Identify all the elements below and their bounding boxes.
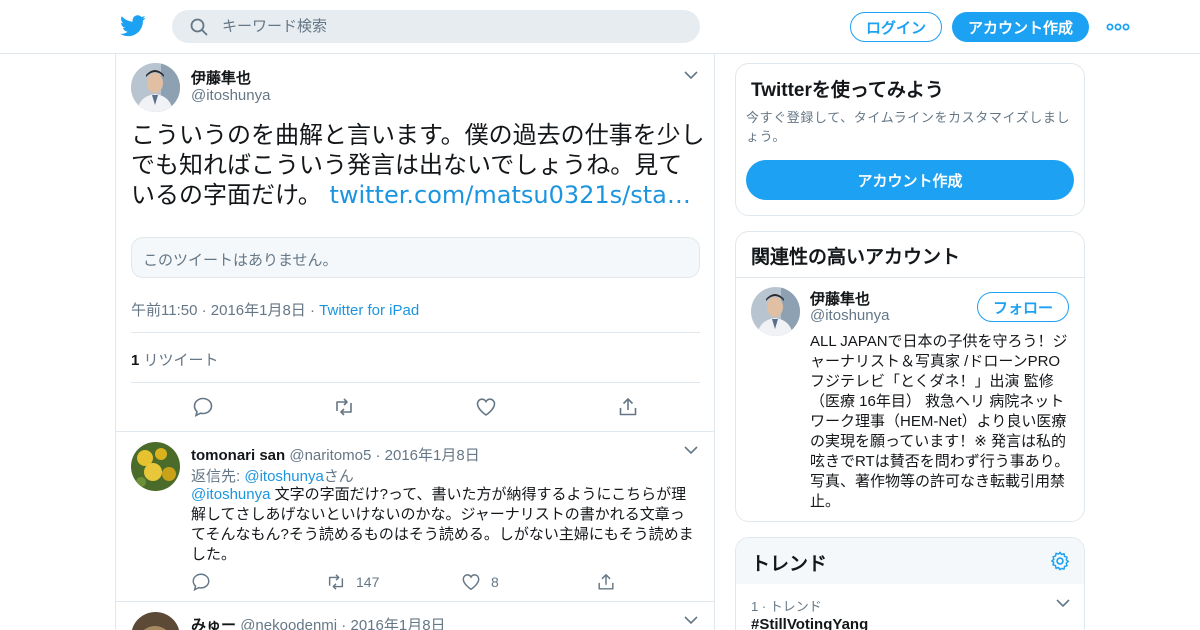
avatar-photo bbox=[131, 63, 180, 112]
meta-separator: · bbox=[337, 617, 351, 630]
reply-text: @itoshunya 文字の字面だけ?って、書いた方が納得するようにこちらが理解… bbox=[191, 485, 696, 565]
avatar-photo bbox=[751, 287, 800, 336]
reply-icon bbox=[192, 573, 210, 592]
meta-separator: · bbox=[371, 447, 385, 464]
like-count: 8 bbox=[491, 574, 499, 590]
tweet-timestamp[interactable]: 午前11:50 · 2016年1月8日 bbox=[131, 302, 306, 319]
chevron-down-icon[interactable] bbox=[1056, 598, 1070, 608]
reply-author-name[interactable]: みゅー bbox=[191, 617, 236, 630]
like-heart-icon[interactable] bbox=[475, 396, 497, 418]
reply-author-handle[interactable]: @nekoodenmi bbox=[240, 617, 337, 630]
reply-date[interactable]: 2016年1月8日 bbox=[385, 447, 480, 464]
login-button[interactable]: ログイン bbox=[850, 12, 942, 42]
chevron-down-icon[interactable] bbox=[684, 615, 698, 625]
related-accounts-card: 関連性の高いアカウント 伊藤隼也 @itoshunya フォロー ALL JAP… bbox=[735, 231, 1085, 522]
avatar[interactable] bbox=[131, 63, 180, 112]
signup-card-title: Twitterを使ってみよう bbox=[751, 80, 944, 101]
avatar-photo bbox=[131, 612, 180, 630]
reply-date[interactable]: 2016年1月8日 bbox=[350, 617, 445, 630]
divider bbox=[736, 277, 1084, 278]
reply-to-handle[interactable]: @itoshunya bbox=[244, 468, 323, 485]
twitter-bird-icon[interactable] bbox=[120, 14, 146, 38]
reply-icon[interactable] bbox=[192, 396, 214, 418]
divider bbox=[131, 382, 700, 383]
like-action[interactable]: 8 bbox=[461, 572, 499, 592]
reply-author-handle[interactable]: @naritomo5 bbox=[289, 447, 371, 464]
signup-button[interactable]: アカウント作成 bbox=[952, 12, 1089, 42]
avatar-photo bbox=[131, 442, 180, 491]
trends-card: トレンド 1 · トレンド #StillVotingYang bbox=[735, 537, 1085, 630]
search-box bbox=[172, 10, 700, 43]
retweet-count: 147 bbox=[356, 574, 380, 590]
avatar[interactable] bbox=[131, 442, 180, 491]
retweet-action[interactable]: 147 bbox=[326, 572, 379, 592]
replying-to: 返信先: @itoshunyaさん bbox=[191, 465, 354, 486]
share-action[interactable] bbox=[596, 572, 626, 592]
settings-gear-icon[interactable] bbox=[1049, 550, 1071, 572]
divider bbox=[116, 601, 714, 602]
reply-action[interactable] bbox=[191, 572, 221, 592]
trends-header: トレンド bbox=[736, 538, 1084, 584]
trends-title: トレンド bbox=[751, 554, 828, 575]
divider bbox=[116, 431, 714, 432]
follow-button[interactable]: フォロー bbox=[977, 292, 1069, 322]
search-input[interactable] bbox=[222, 10, 682, 43]
top-navigation-bar: ログイン アカウント作成 bbox=[0, 0, 1200, 54]
mention-link[interactable]: @itoshunya bbox=[191, 486, 270, 503]
tweet-link[interactable]: twitter.com/matsu0321s/sta… bbox=[329, 181, 690, 209]
chevron-down-icon[interactable] bbox=[684, 445, 698, 455]
search-icon bbox=[190, 18, 208, 36]
divider bbox=[131, 332, 700, 333]
related-accounts-title: 関連性の高いアカウント bbox=[751, 247, 961, 268]
reply-header: tomonari san @naritomo5 · 2016年1月8日 bbox=[191, 444, 480, 465]
trend-rank: 1 · トレンド bbox=[751, 599, 822, 614]
author-handle[interactable]: @itoshunya bbox=[191, 87, 270, 104]
share-icon[interactable] bbox=[617, 396, 639, 418]
avatar[interactable] bbox=[751, 287, 800, 336]
reply-header: みゅー @nekoodenmi · 2016年1月8日 bbox=[191, 614, 446, 630]
trend-name[interactable]: #StillVotingYang bbox=[751, 616, 868, 630]
tweet-source-link[interactable]: Twitter for iPad bbox=[319, 302, 419, 319]
quoted-tweet-unavailable: このツイートはありません。 bbox=[131, 237, 700, 278]
tweet-meta: 午前11:50 · 2016年1月8日 · Twitter for iPad bbox=[131, 299, 419, 320]
avatar[interactable] bbox=[131, 612, 180, 630]
related-account-name[interactable]: 伊藤隼也 bbox=[810, 288, 870, 309]
signup-card: Twitterを使ってみよう 今すぐ登録して、タイムラインをカスタマイズしましょ… bbox=[735, 63, 1085, 216]
chevron-down-icon[interactable] bbox=[684, 70, 698, 80]
retweet-label: リツイート bbox=[139, 352, 219, 369]
reply-to-suffix: さん bbox=[323, 468, 354, 485]
author-name[interactable]: 伊藤隼也 bbox=[191, 67, 251, 88]
reply-to-label: 返信先: bbox=[191, 468, 245, 485]
meta-separator: · bbox=[305, 302, 320, 319]
reply-author-name[interactable]: tomonari san bbox=[191, 447, 285, 464]
retweet-stats[interactable]: 1 リツイート bbox=[131, 349, 219, 370]
retweet-icon bbox=[328, 574, 344, 590]
signup-card-subtitle: 今すぐ登録して、タイムラインをカスタマイズしましょう。 bbox=[746, 110, 1071, 144]
tweet-column: 伊藤隼也 @itoshunya こういうのを曲解と言います。僕の過去の仕事を少し… bbox=[115, 54, 715, 630]
share-icon bbox=[598, 574, 614, 590]
related-account-handle[interactable]: @itoshunya bbox=[810, 307, 889, 324]
signup-card-button[interactable]: アカウント作成 bbox=[746, 160, 1074, 200]
tweet-text: こういうのを曲解と言います。僕の過去の仕事を少しでも知ればこういう発言は出ないで… bbox=[131, 120, 706, 210]
more-icon[interactable] bbox=[1106, 19, 1130, 35]
retweet-icon[interactable] bbox=[333, 396, 355, 418]
like-heart-icon bbox=[462, 574, 480, 591]
related-account-bio: ALL JAPANで日本の子供を守ろう！ジャーナリスト＆写真家 /ドローンPRO… bbox=[810, 333, 1070, 510]
